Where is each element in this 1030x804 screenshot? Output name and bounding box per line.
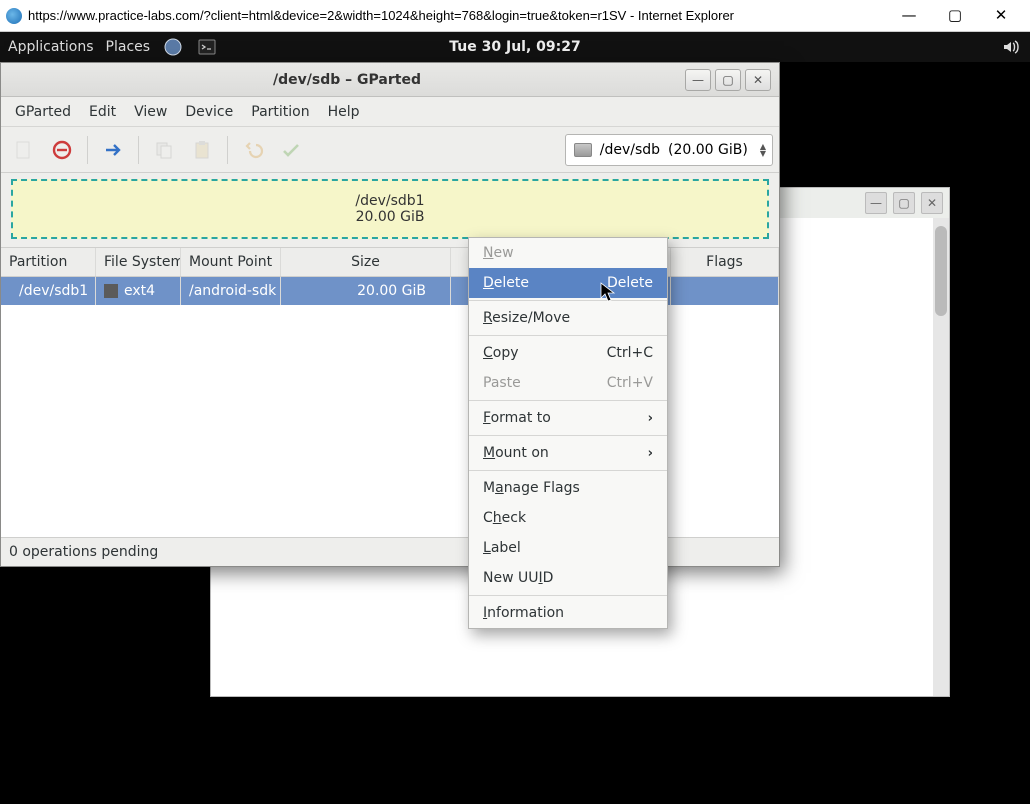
fs-color-swatch [104, 284, 118, 298]
remote-desktop: Applications Places Tue 30 Jul, 09:27 KA… [0, 32, 1030, 804]
ctx-paste: PasteCtrl+V [469, 368, 667, 398]
toolbar-new-icon [7, 133, 41, 167]
gparted-toolbar: /dev/sdb (20.00 GiB) ▲▼ [1, 127, 779, 173]
menu-partition[interactable]: Partition [243, 100, 317, 124]
gnome-panel: Applications Places Tue 30 Jul, 09:27 [0, 32, 1030, 62]
ctx-copy[interactable]: CopyCtrl+C [469, 338, 667, 368]
bg-window-maximize[interactable]: ▢ [893, 192, 915, 214]
toolbar-paste-icon [185, 133, 219, 167]
cell-partition: /dev/sdb1 [1, 277, 96, 305]
panel-applications[interactable]: Applications [8, 39, 94, 55]
bg-window-minimize[interactable]: — [865, 192, 887, 214]
ctx-mount[interactable]: Mount on› [469, 438, 667, 468]
ctx-manage-flags[interactable]: Manage Flags [469, 473, 667, 503]
col-flags[interactable]: Flags [671, 248, 779, 276]
device-selector[interactable]: /dev/sdb (20.00 GiB) ▲▼ [565, 134, 773, 166]
panel-app-icon-1[interactable] [162, 36, 184, 58]
bg-window-close[interactable]: ✕ [921, 192, 943, 214]
device-spin-icon[interactable]: ▲▼ [760, 143, 766, 157]
browser-address-bar: https://www.practice-labs.com/?client=ht… [0, 0, 1030, 32]
panel-volume-icon[interactable] [1000, 36, 1022, 58]
bg-window-scrollbar-thumb[interactable] [935, 226, 947, 316]
browser-url: https://www.practice-labs.com/?client=ht… [28, 8, 886, 23]
toolbar-resize-icon[interactable] [96, 133, 130, 167]
ctx-delete-accel: Delete [607, 275, 653, 291]
gparted-title: /dev/sdb – GParted [9, 72, 685, 88]
ctx-information[interactable]: Information [469, 598, 667, 628]
ctx-delete[interactable]: Delete Delete [469, 268, 667, 298]
device-path: /dev/sdb [600, 142, 660, 158]
menu-help[interactable]: Help [320, 100, 368, 124]
browser-minimize-button[interactable]: — [886, 2, 932, 30]
col-partition[interactable]: Partition [1, 248, 96, 276]
disk-map[interactable]: /dev/sdb1 20.00 GiB [11, 179, 769, 239]
toolbar-undo-icon [236, 133, 270, 167]
gparted-close-button[interactable]: ✕ [745, 69, 771, 91]
panel-clock[interactable]: Tue 30 Jul, 09:27 [449, 39, 580, 55]
bg-window-scrollbar[interactable] [933, 218, 949, 696]
ie-icon [6, 8, 22, 24]
diskmap-partition-size: 20.00 GiB [356, 209, 425, 225]
device-size: (20.00 GiB) [668, 142, 748, 158]
gparted-menubar: GParted Edit View Device Partition Help [1, 97, 779, 127]
col-filesystem[interactable]: File System [96, 248, 181, 276]
toolbar-delete-icon[interactable] [45, 133, 79, 167]
panel-terminal-icon[interactable] [196, 36, 218, 58]
gparted-maximize-button[interactable]: ▢ [715, 69, 741, 91]
cell-flags [671, 277, 779, 305]
hard-disk-icon [574, 143, 592, 157]
cell-filesystem: ext4 [96, 277, 181, 305]
ctx-paste-accel: Ctrl+V [607, 375, 653, 391]
ctx-label[interactable]: Label [469, 533, 667, 563]
chevron-right-icon: › [648, 446, 653, 461]
chevron-right-icon: › [648, 411, 653, 426]
col-mountpoint[interactable]: Mount Point [181, 248, 281, 276]
browser-close-button[interactable]: ✕ [978, 2, 1024, 30]
menu-gparted[interactable]: GParted [7, 100, 79, 124]
browser-window-controls: — ▢ ✕ [886, 2, 1024, 30]
toolbar-apply-icon [274, 133, 308, 167]
cell-size: 20.00 GiB [281, 277, 451, 305]
cell-mountpoint: /android-sdk [181, 277, 281, 305]
gparted-minimize-button[interactable]: — [685, 69, 711, 91]
partition-context-menu: New Delete Delete Resize/Move CopyCtrl+C… [468, 237, 668, 629]
panel-places[interactable]: Places [106, 39, 151, 55]
ctx-copy-accel: Ctrl+C [607, 345, 653, 361]
browser-maximize-button[interactable]: ▢ [932, 2, 978, 30]
col-size[interactable]: Size [281, 248, 451, 276]
ctx-resize[interactable]: Resize/Move [469, 303, 667, 333]
gparted-titlebar[interactable]: /dev/sdb – GParted — ▢ ✕ [1, 63, 779, 97]
menu-device[interactable]: Device [177, 100, 241, 124]
ctx-format[interactable]: Format to› [469, 403, 667, 433]
menu-edit[interactable]: Edit [81, 100, 124, 124]
diskmap-partition-label: /dev/sdb1 [355, 193, 424, 209]
toolbar-copy-icon [147, 133, 181, 167]
menu-view[interactable]: View [126, 100, 175, 124]
ctx-check[interactable]: Check [469, 503, 667, 533]
ctx-new: New [469, 238, 667, 268]
ctx-new-uuid[interactable]: New UUID [469, 563, 667, 593]
